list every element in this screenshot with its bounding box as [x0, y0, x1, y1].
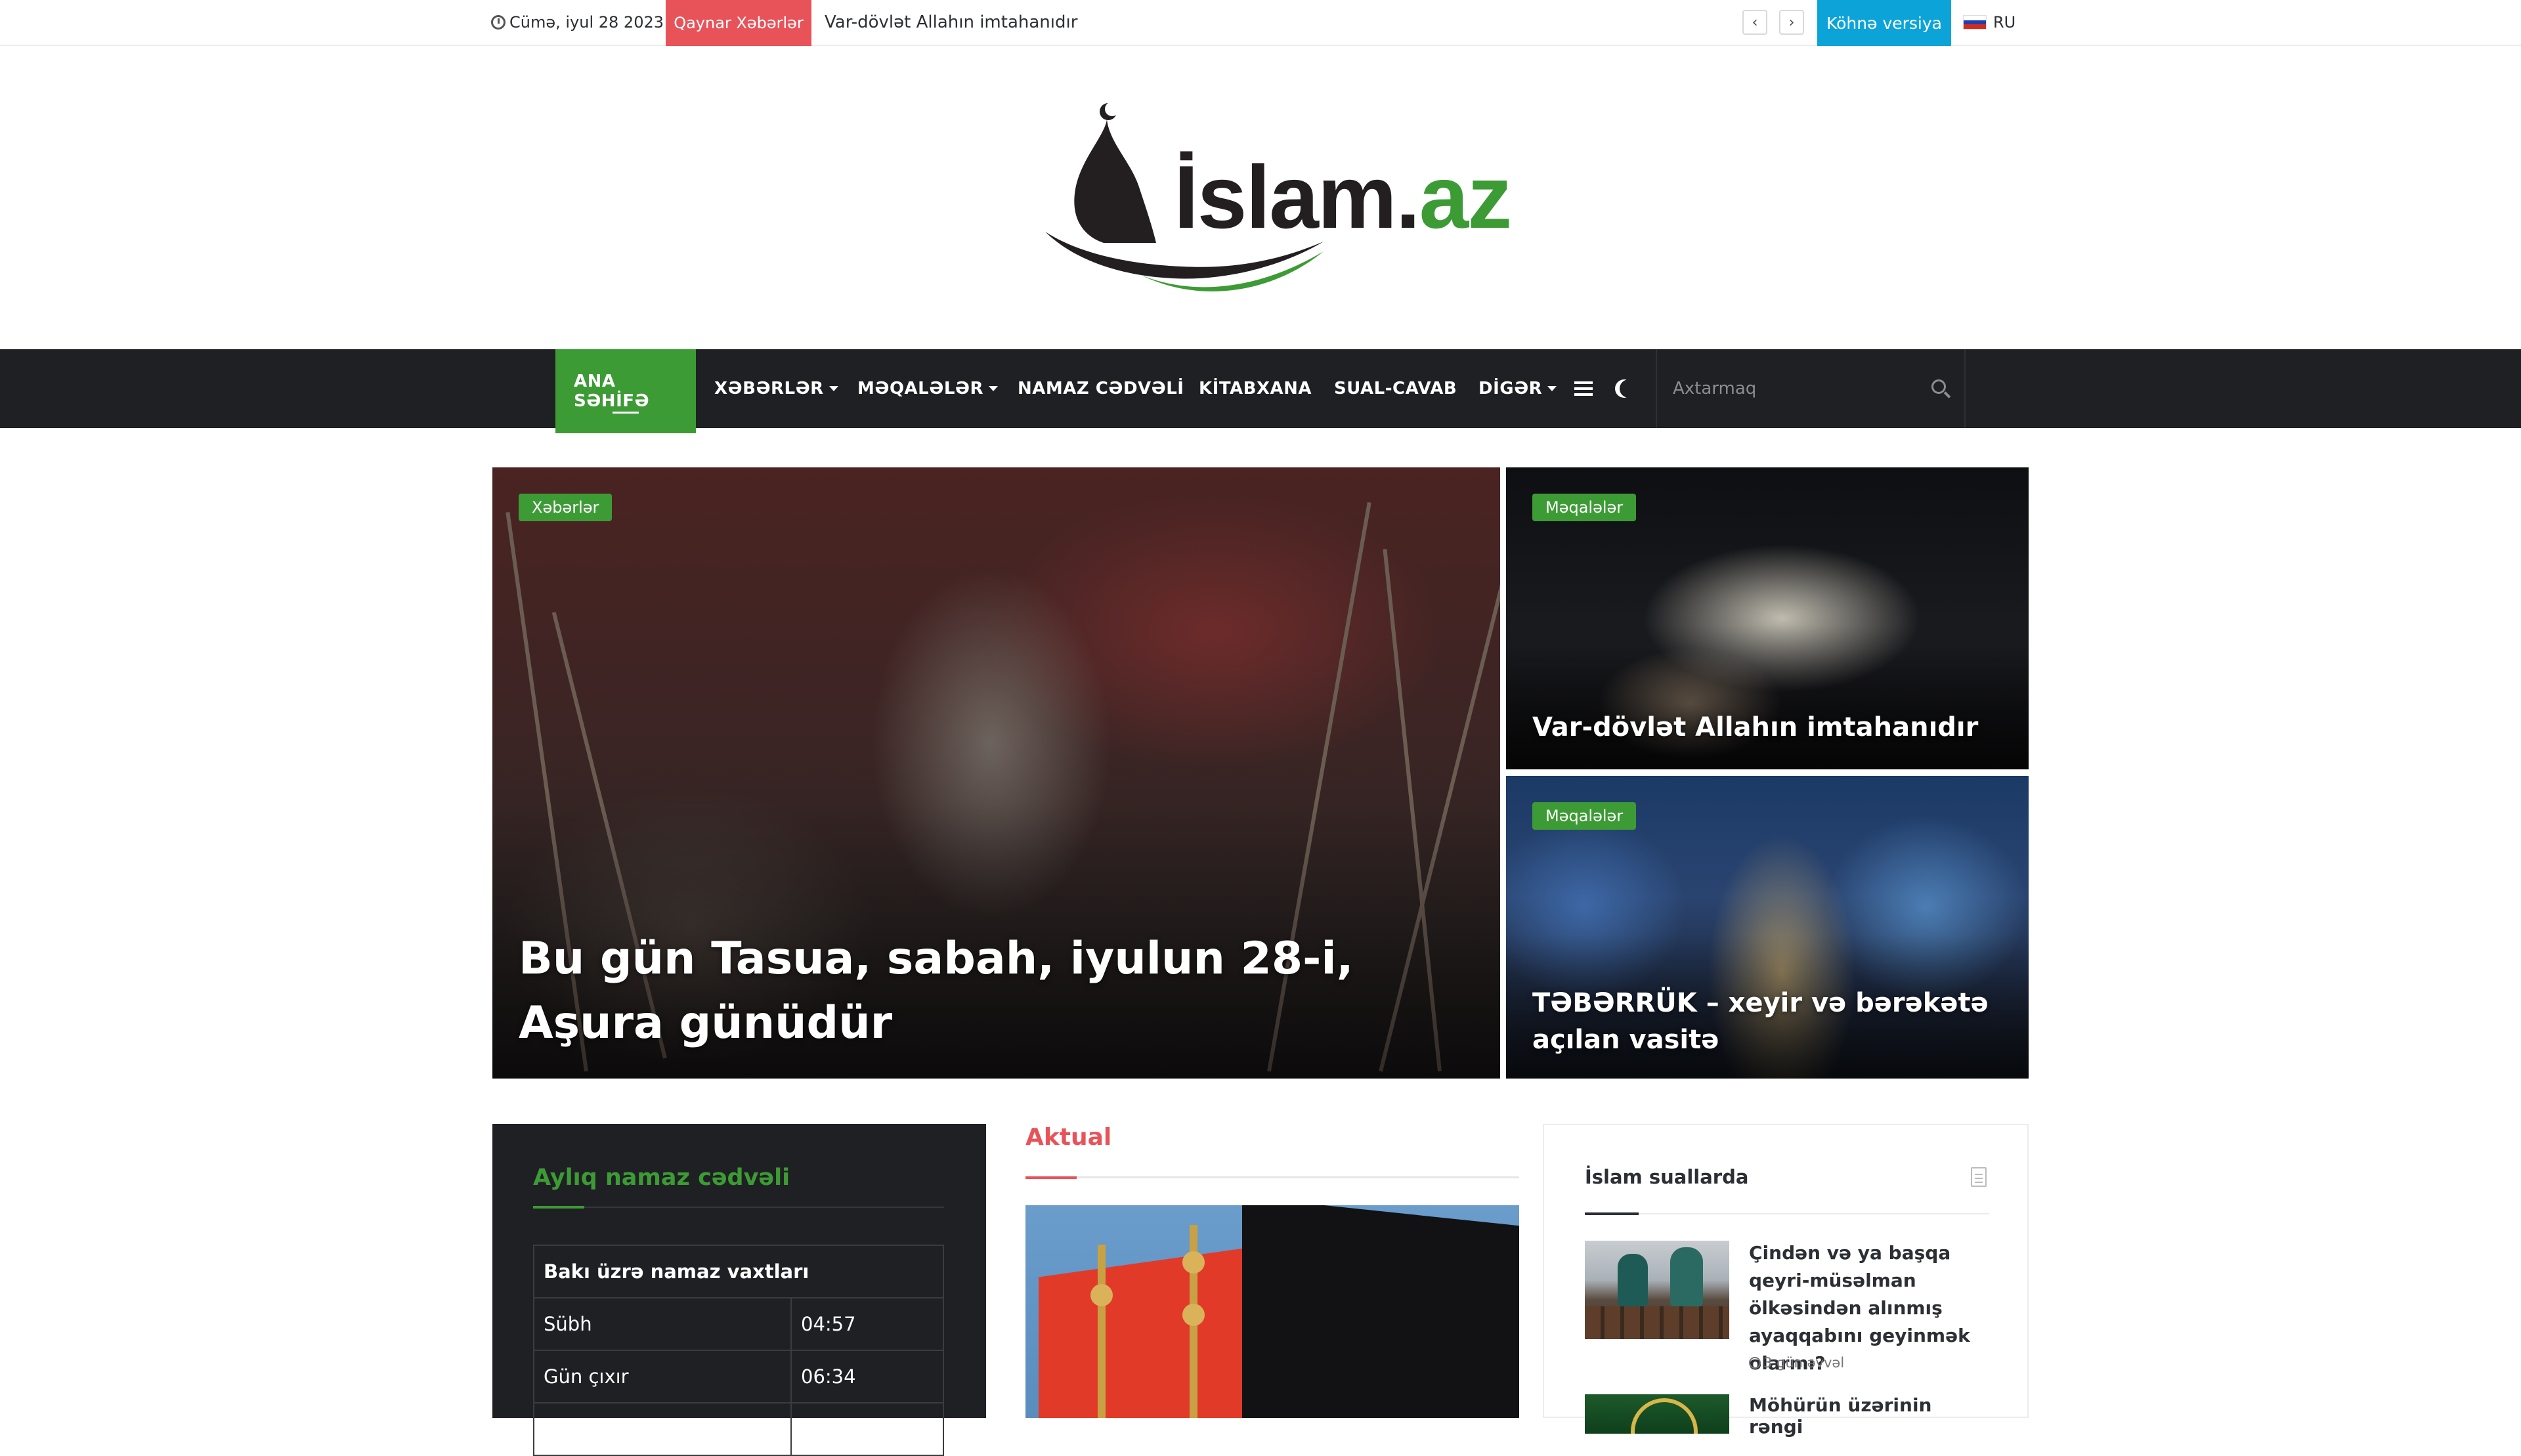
top-bar: Cümə, iyul 28 2023 Qaynar Xəbərlər Var-d…: [0, 0, 2521, 46]
nav-item-news[interactable]: XƏBƏRLƏR: [714, 349, 838, 428]
table-row: Gün çıxır 06:34: [533, 1350, 944, 1403]
nav-item-home[interactable]: ANA SƏHİFƏ: [555, 349, 696, 433]
title-divider: [533, 1206, 944, 1209]
qa-post-title[interactable]: Möhürün üzərinin rəngi: [1749, 1394, 1992, 1438]
featured-side-post[interactable]: Məqalələr TƏBƏRRÜK – xeyir və bərəkətə a…: [1506, 776, 2029, 1079]
title-divider: [1025, 1176, 1519, 1179]
document-icon: [1971, 1167, 1987, 1187]
nav-item-prayer-schedule[interactable]: NAMAZ CƏDVƏLİ: [1018, 349, 1184, 428]
section-title-aktual[interactable]: Aktual: [1025, 1124, 1111, 1151]
islam-qa-widget: İslam suallarda Çindən və ya başqa qeyri…: [1543, 1124, 2029, 1438]
prayer-name: Sübh: [533, 1297, 792, 1351]
title-divider: [1585, 1212, 1989, 1215]
featured-main-post[interactable]: Xəbərlər Bu gün Tasua, sabah, iyulun 28-…: [492, 467, 1500, 1079]
prayer-time: 04:57: [790, 1297, 944, 1351]
clock-icon: [491, 15, 506, 30]
current-date: Cümə, iyul 28 2023: [491, 0, 664, 45]
prayer-times-table: Bakı üzrə namaz vaxtları Sübh 04:57 Gün …: [533, 1245, 944, 1456]
featured-side-title[interactable]: TƏBƏRRÜK – xeyir və bərəkətə açılan vasi…: [1532, 985, 2005, 1058]
search-input[interactable]: [1671, 378, 1921, 399]
caret-down-icon: [1547, 386, 1557, 391]
post-time: 3 gün əvvəl: [1763, 1355, 1845, 1371]
language-label: RU: [1993, 13, 2016, 32]
table-header: Bakı üzrə namaz vaxtları: [533, 1245, 944, 1298]
featured-side-post[interactable]: Məqalələr Var-dövlət Allahın imtahanıdır: [1506, 467, 2029, 769]
post-meta: 3 gün əvvəl: [1749, 1355, 1844, 1371]
caret-down-icon: [988, 386, 998, 391]
russia-flag-icon: [1963, 15, 1987, 30]
featured-side-title[interactable]: Var-dövlət Allahın imtahanıdır: [1532, 710, 2005, 744]
date-text: Cümə, iyul 28 2023: [509, 13, 664, 32]
featured-main-title[interactable]: Bu gün Tasua, sabah, iyulun 28-i, Aşura …: [519, 927, 1438, 1056]
post-thumbnail[interactable]: [1585, 1241, 1729, 1339]
logo-wordmark: İslam.az: [1174, 147, 1512, 247]
widget-title: Aylıq namaz cədvəli: [533, 1165, 790, 1191]
clock-icon: [1749, 1357, 1761, 1369]
menu-icon[interactable]: [1574, 349, 1593, 428]
language-switch[interactable]: RU: [1963, 0, 2015, 45]
table-row: Sübh 04:57: [533, 1297, 944, 1351]
main-navigation: ANA SƏHİFƏ XƏBƏRLƏR MƏQALƏLƏR NAMAZ CƏDV…: [0, 349, 2521, 433]
dark-mode-icon[interactable]: [1611, 349, 1637, 428]
chevron-right-icon[interactable]: ›: [1779, 10, 1804, 35]
nav-item-articles[interactable]: MƏQALƏLƏR: [857, 349, 998, 428]
news-ticker-link[interactable]: Var-dövlət Allahın imtahanıdır: [825, 0, 1077, 45]
category-badge[interactable]: Məqalələr: [1532, 494, 1637, 521]
nav-item-library[interactable]: KİTABXANA: [1199, 349, 1312, 428]
prayer-times-widget: Aylıq namaz cədvəli Bakı üzrə namaz vaxt…: [492, 1124, 986, 1456]
table-row: [533, 1402, 944, 1456]
search-box: [1656, 349, 1966, 428]
nav-item-other[interactable]: DİGƏR: [1478, 349, 1557, 428]
nav-item-qa[interactable]: SUAL-CAVAB: [1334, 349, 1457, 428]
widget-title: İslam suallarda: [1585, 1166, 1749, 1188]
prayer-time: 06:34: [790, 1350, 944, 1403]
chevron-left-icon[interactable]: ‹: [1742, 10, 1767, 35]
search-icon[interactable]: [1931, 379, 1946, 394]
category-badge[interactable]: Xəbərlər: [519, 494, 613, 521]
caret-down-icon: [829, 386, 838, 391]
site-logo[interactable]: İslam.az: [1041, 97, 1512, 301]
breaking-news-label: Qaynar Xəbərlər: [666, 0, 811, 46]
old-version-button[interactable]: Köhnə versiya: [1817, 0, 1951, 46]
post-thumbnail[interactable]: [1585, 1394, 1729, 1434]
category-badge[interactable]: Məqalələr: [1532, 802, 1637, 830]
prayer-name: Gün çıxır: [533, 1350, 792, 1403]
aktual-post-image[interactable]: [1025, 1205, 1519, 1418]
